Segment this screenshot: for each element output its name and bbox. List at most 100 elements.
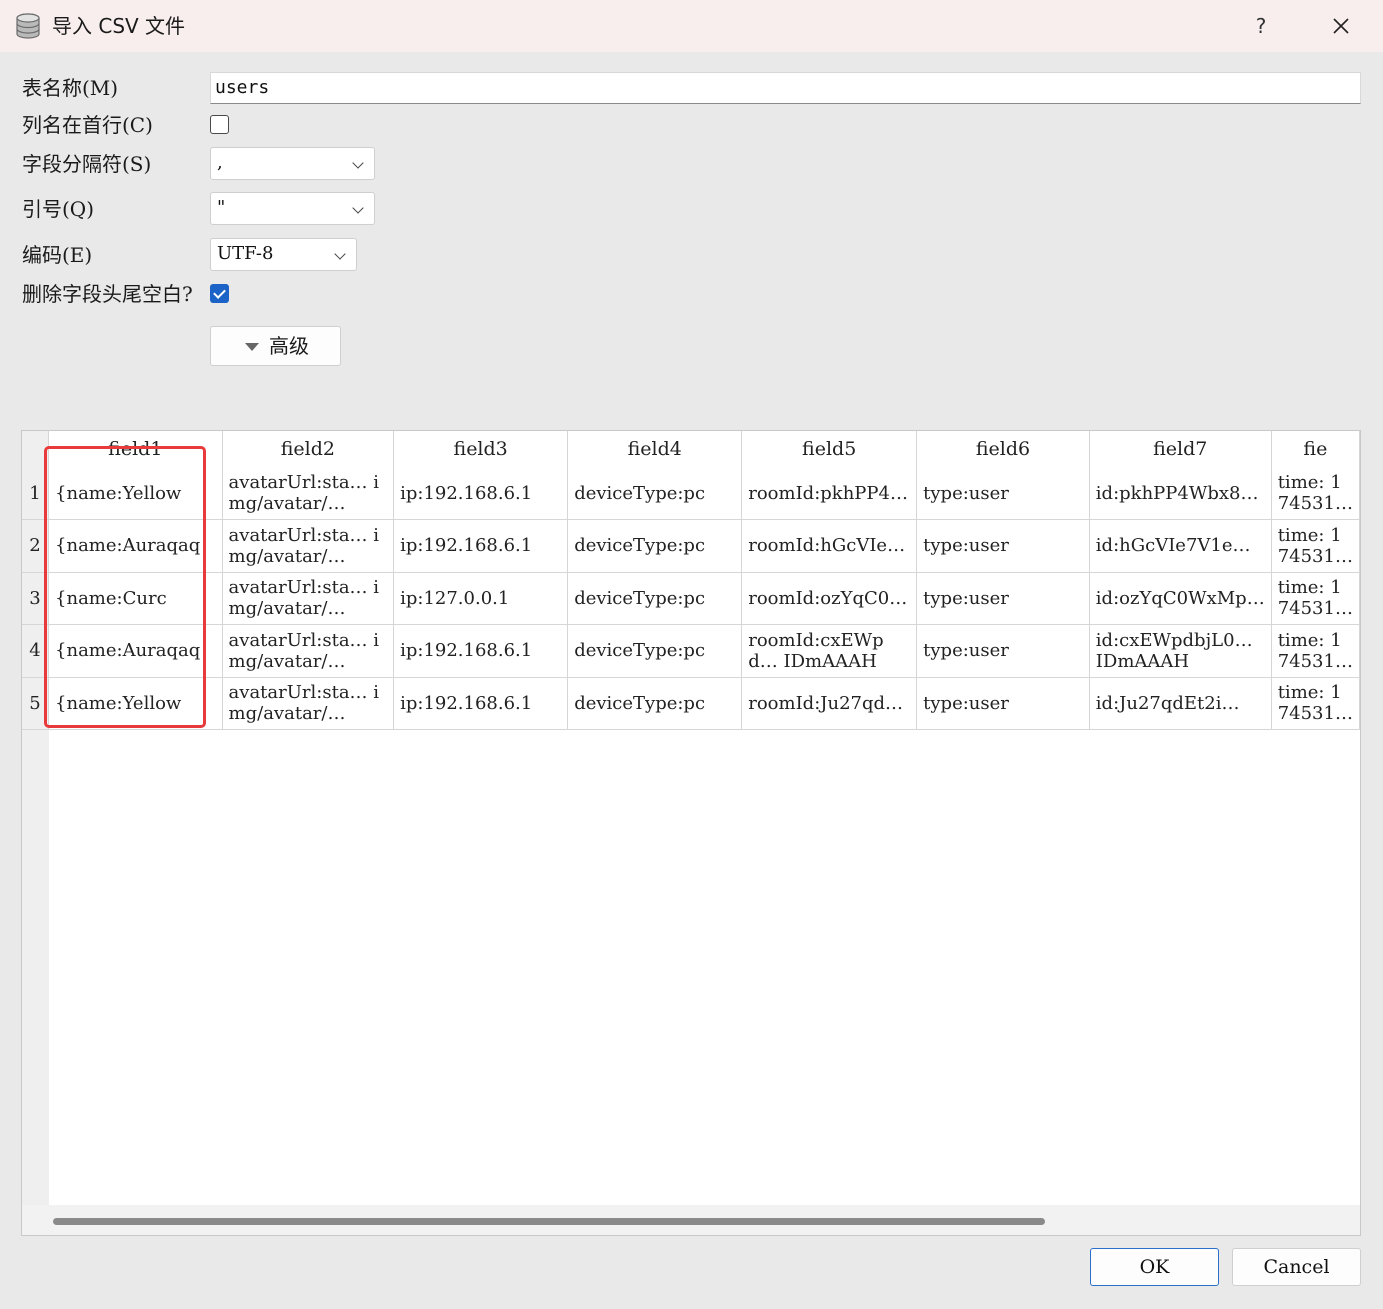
- cell-text: roomId:ozYqC0…: [748, 587, 908, 609]
- header-row-label: 列名在首行(C): [22, 113, 153, 137]
- encoding-label: 编码(E): [22, 243, 93, 267]
- column-header[interactable]: fie: [1271, 431, 1360, 467]
- advanced-button[interactable]: 高级: [210, 326, 341, 366]
- preview-grid: field1 field2 field3 field4 field5 field6 fiel…: [21, 430, 1361, 1236]
- cell-text: {name:Auraqaq: [55, 535, 201, 557]
- table-cell[interactable]: id:hGcVIe7V1e…: [1089, 519, 1272, 573]
- cell-text: ip:192.168.6.1: [400, 535, 533, 557]
- table-cell[interactable]: avatarUrl:sta… img/avatar/…: [222, 677, 395, 730]
- cell-text: time: 17453145: [1277, 472, 1347, 514]
- table-cell[interactable]: ip:192.168.6.1: [393, 677, 569, 730]
- field-separator-select[interactable]: ,: [210, 147, 375, 180]
- help-button[interactable]: ?: [1246, 10, 1276, 42]
- header-row-checkbox[interactable]: [210, 115, 229, 134]
- table-cell[interactable]: {name:Curc: [48, 572, 223, 625]
- table-row: 5 {name:Yellow avatarUrl:sta… img/avatar/……: [22, 677, 1360, 730]
- column-header[interactable]: field7: [1089, 431, 1272, 467]
- table-cell[interactable]: time: 17453151: [1271, 624, 1360, 678]
- table-cell[interactable]: {name:Auraqaq: [48, 519, 223, 573]
- table-cell[interactable]: time: 17453145: [1271, 467, 1360, 520]
- cell-text: deviceType:pc: [574, 692, 706, 714]
- table-cell[interactable]: {name:Auraqaq: [48, 624, 223, 678]
- cell-text: ip:192.168.6.1: [400, 482, 533, 504]
- cell-text: type:user: [923, 535, 1009, 557]
- table-cell[interactable]: id:pkhPP4Wbx8…: [1089, 467, 1272, 520]
- table-cell[interactable]: avatarUrl:sta… img/avatar/…: [222, 572, 395, 625]
- cell-text: time: 17453152: [1277, 682, 1347, 725]
- row-number[interactable]: 3: [22, 572, 50, 625]
- cell-text: time: 17453144: [1277, 577, 1347, 620]
- table-cell[interactable]: time: 17453152: [1271, 677, 1360, 730]
- table-cell[interactable]: avatarUrl:sta… img/avatar/…: [222, 624, 395, 678]
- quote-label: 引号(Q): [22, 197, 95, 221]
- row-number[interactable]: 2: [22, 519, 50, 573]
- column-header[interactable]: field4: [567, 431, 743, 467]
- table-cell[interactable]: type:user: [916, 572, 1090, 625]
- cell-text: {name:Curc: [55, 587, 167, 609]
- table-cell[interactable]: id:Ju27qdEt2i…: [1089, 677, 1272, 730]
- table-cell[interactable]: type:user: [916, 677, 1090, 730]
- table-cell[interactable]: type:user: [916, 467, 1090, 520]
- trim-whitespace-checkbox[interactable]: [210, 284, 229, 303]
- cell-text: deviceType:pc: [574, 482, 706, 504]
- trim-whitespace-label: 删除字段头尾空白?: [22, 282, 193, 306]
- chevron-down-icon: [334, 248, 346, 260]
- table-cell[interactable]: roomId:Ju27qd…: [741, 677, 918, 730]
- table-cell[interactable]: type:user: [916, 624, 1090, 678]
- table-cell[interactable]: type:user: [916, 519, 1090, 573]
- table-cell[interactable]: ip:192.168.6.1: [393, 467, 569, 520]
- table-cell[interactable]: time: 17453144: [1271, 572, 1360, 625]
- window-title: 导入 CSV 文件: [52, 14, 186, 38]
- table-row: 1 {name:Yellow avatarUrl:sta… img/avatar/……: [22, 467, 1360, 520]
- encoding-select[interactable]: UTF-8: [210, 238, 357, 271]
- ok-button[interactable]: OK: [1090, 1248, 1219, 1286]
- chevron-down-icon: [352, 157, 364, 169]
- table-cell[interactable]: roomId:ozYqC0…: [741, 572, 918, 625]
- table-cell[interactable]: ip:192.168.6.1: [393, 519, 569, 573]
- column-header[interactable]: field6: [916, 431, 1090, 467]
- table-cell[interactable]: {name:Yellow: [48, 467, 223, 520]
- cell-text: id:hGcVIe7V1e…: [1095, 535, 1251, 557]
- table-cell[interactable]: deviceType:pc: [567, 467, 743, 520]
- table-cell[interactable]: time: 17453144: [1271, 519, 1360, 573]
- column-header[interactable]: field5: [741, 431, 918, 467]
- table-cell[interactable]: {name:Yellow: [48, 677, 223, 730]
- cell-text: deviceType:pc: [574, 535, 706, 557]
- cell-text: roomId:hGcVIe…: [748, 535, 906, 557]
- table-cell[interactable]: ip:192.168.6.1: [393, 624, 569, 678]
- table-cell[interactable]: avatarUrl:sta… img/avatar/…: [222, 467, 395, 520]
- cancel-button[interactable]: Cancel: [1232, 1248, 1361, 1286]
- title-bar: 导入 CSV 文件 ?: [0, 0, 1383, 52]
- table-name-input[interactable]: users: [210, 72, 1361, 104]
- field-separator-label: 字段分隔符(S): [22, 152, 152, 176]
- table-cell[interactable]: roomId:hGcVIe…: [741, 519, 918, 573]
- horizontal-scrollbar[interactable]: [22, 1205, 1360, 1235]
- corner-cell[interactable]: [22, 431, 50, 467]
- row-number[interactable]: 4: [22, 624, 50, 678]
- table-cell[interactable]: ip:127.0.0.1: [393, 572, 569, 625]
- column-header[interactable]: field2: [222, 431, 395, 467]
- scrollbar-thumb[interactable]: [53, 1218, 1045, 1225]
- table-cell[interactable]: id:ozYqC0WxMp…: [1089, 572, 1272, 625]
- column-header[interactable]: field1: [48, 431, 223, 467]
- table-cell[interactable]: avatarUrl:sta… img/avatar/…: [222, 519, 395, 573]
- cell-text: roomId:Ju27qd…: [748, 692, 904, 714]
- cell-text: type:user: [923, 587, 1009, 609]
- row-number[interactable]: 5: [22, 677, 50, 730]
- table-cell[interactable]: deviceType:pc: [567, 677, 743, 730]
- close-icon: [1333, 18, 1349, 34]
- cell-text: {name:Yellow: [55, 692, 182, 714]
- table-cell[interactable]: id:cxEWpdbjL0… IDmAAAH: [1089, 624, 1272, 678]
- table-cell[interactable]: roomId:pkhPP4…: [741, 467, 918, 520]
- table-cell[interactable]: roomId:cxEWpd… IDmAAAH: [741, 624, 918, 678]
- table-cell[interactable]: deviceType:pc: [567, 519, 743, 573]
- row-number[interactable]: 1: [22, 467, 50, 520]
- table-cell[interactable]: deviceType:pc: [567, 624, 743, 678]
- cell-text: id:cxEWpdbjL0… IDmAAAH: [1095, 629, 1253, 672]
- quote-select[interactable]: ": [210, 192, 375, 225]
- column-header[interactable]: field3: [393, 431, 569, 467]
- close-button[interactable]: [1322, 10, 1360, 42]
- table-cell[interactable]: deviceType:pc: [567, 572, 743, 625]
- cell-text: id:pkhPP4Wbx8…: [1095, 482, 1259, 504]
- cell-text: type:user: [923, 482, 1009, 504]
